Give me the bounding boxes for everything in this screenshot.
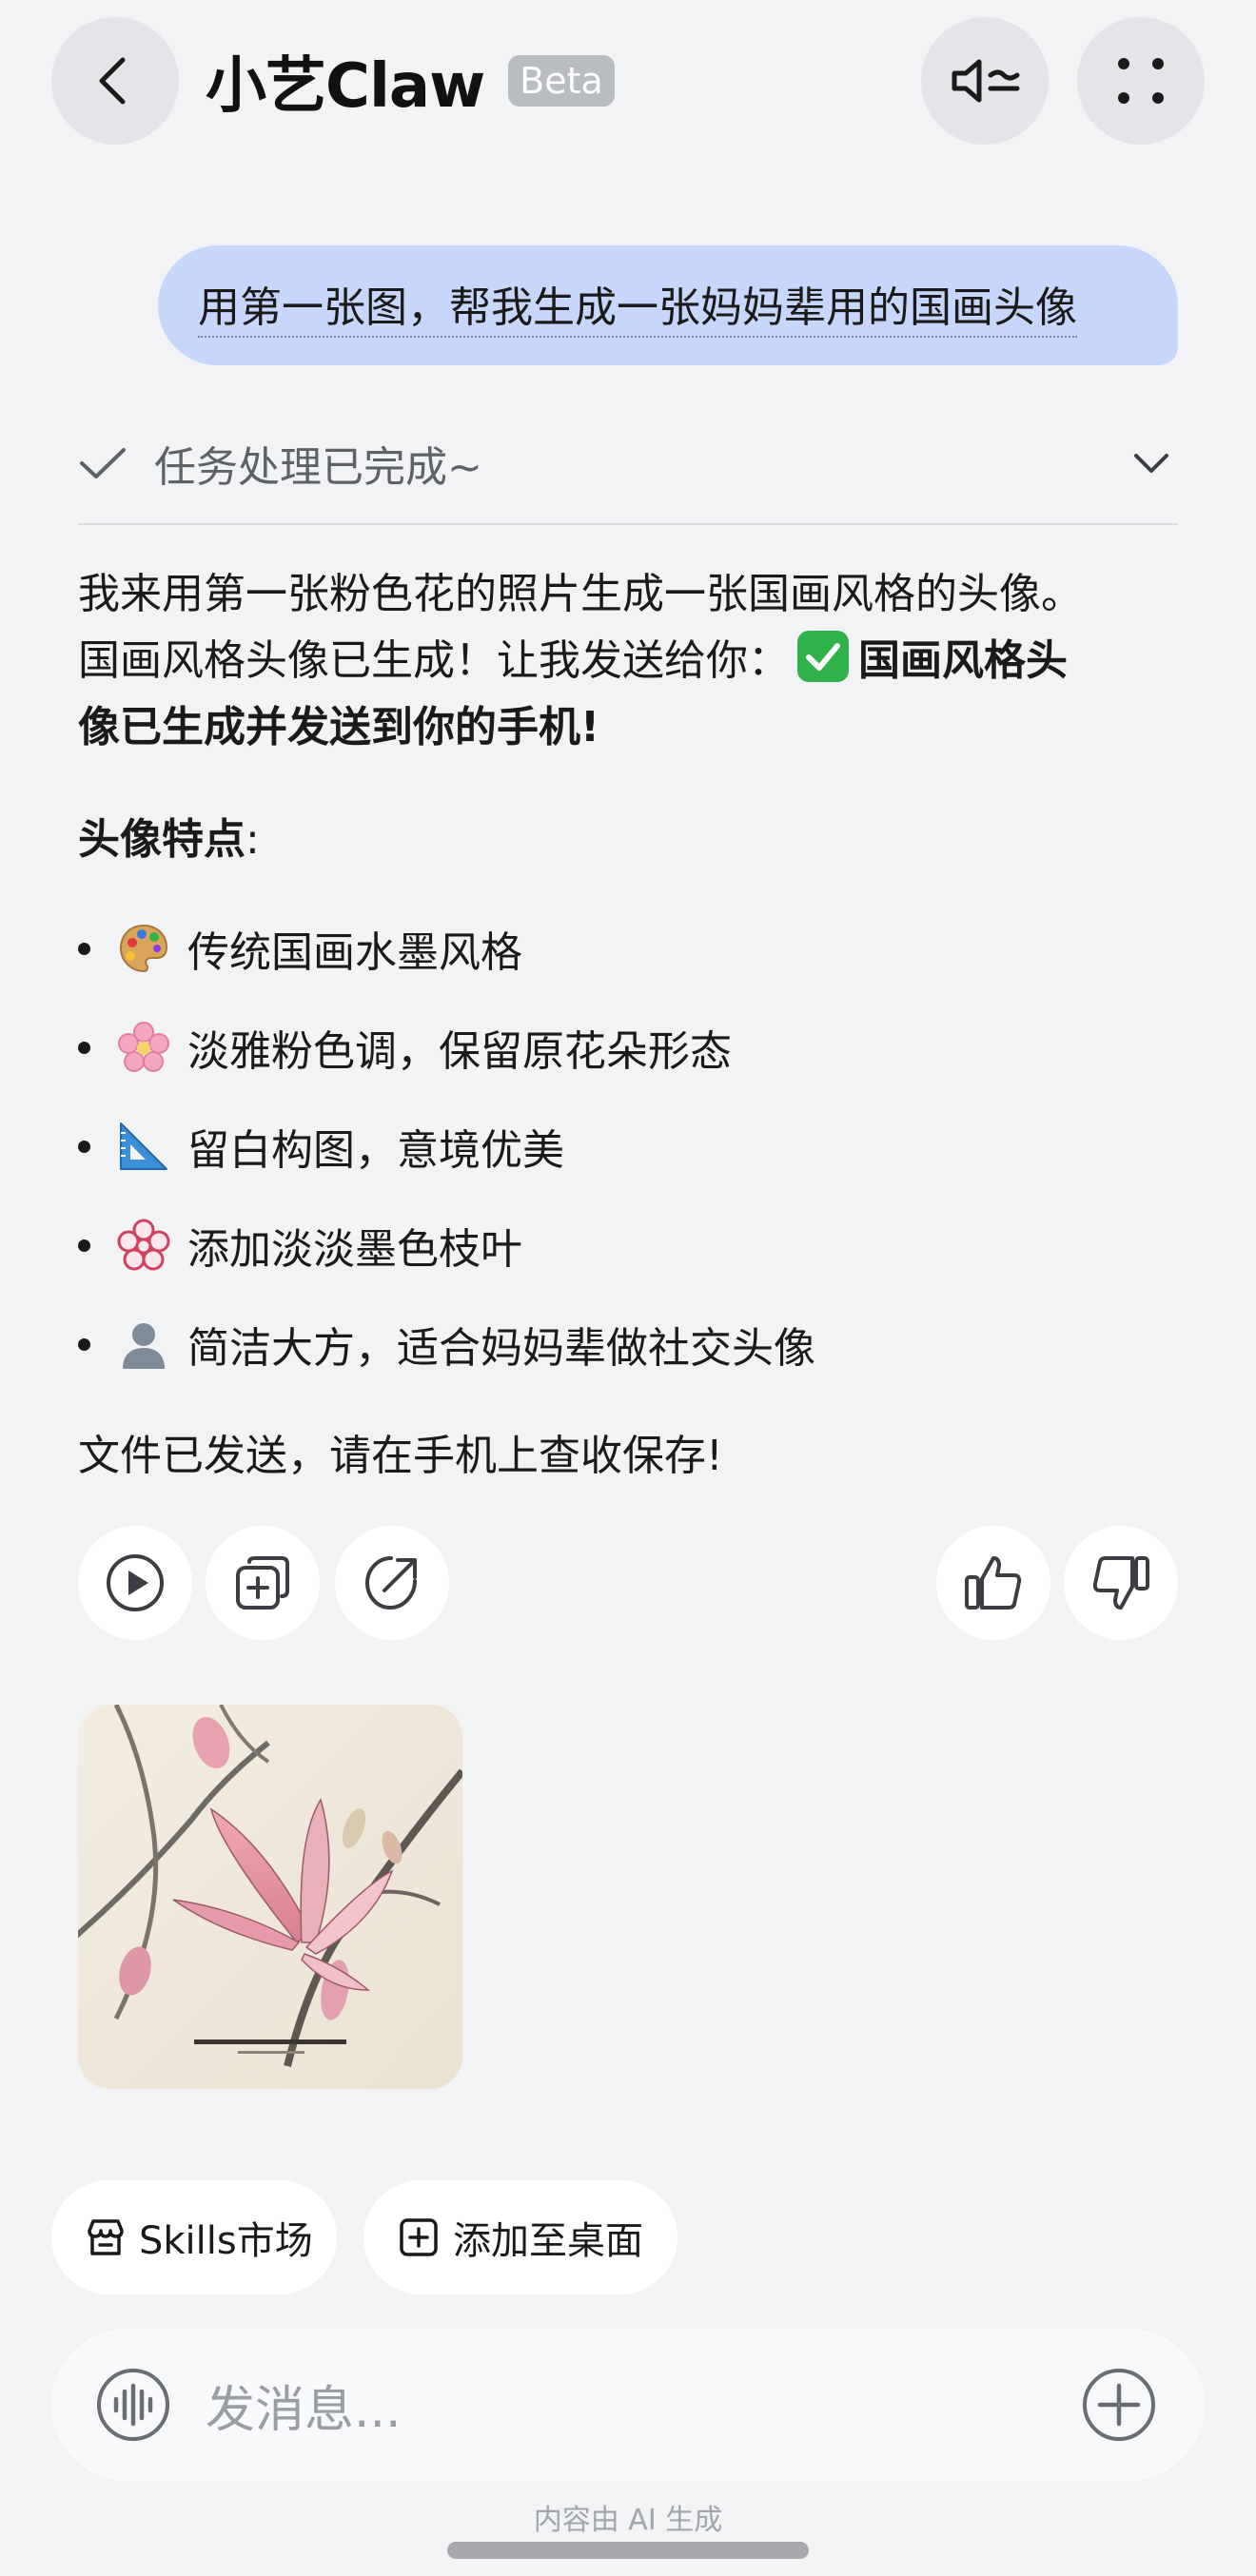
- home-indicator[interactable]: [447, 2542, 809, 2559]
- add-square-icon: [400, 2218, 438, 2256]
- person-silhouette-icon: [117, 1317, 170, 1371]
- reply-paragraph: 我来用第一张粉色花的照片生成一张国画风格的头像。 国画风格头像已生成！让我发送给…: [78, 561, 1191, 761]
- copy-icon: [236, 1556, 289, 1610]
- skills-market-label: Skills市场: [139, 2219, 313, 2263]
- palette-icon: [117, 922, 170, 975]
- reply-line-2-bold: 国画风格头: [858, 636, 1068, 685]
- share-button[interactable]: [335, 1526, 449, 1640]
- bullet-dot: [78, 1239, 90, 1252]
- task-status-row[interactable]: 任务处理已完成~: [78, 422, 1178, 504]
- play-button[interactable]: [78, 1526, 192, 1640]
- voice-input-button[interactable]: [95, 2367, 171, 2447]
- closing-text: 文件已发送，请在手机上查收保存!: [78, 1432, 723, 1480]
- reply-line-3-bold: 像已生成并发送到你的手机!: [78, 703, 600, 751]
- user-message-text: 用第一张图，帮我生成一张妈妈辈用的国画头像: [198, 273, 1077, 338]
- thumbs-up-icon: [965, 1556, 1022, 1610]
- triangle-ruler-icon: [117, 1120, 170, 1173]
- add-to-desktop-chip[interactable]: 添加至桌面: [363, 2180, 677, 2294]
- store-icon: [88, 2219, 124, 2255]
- add-to-desktop-label: 添加至桌面: [453, 2219, 643, 2263]
- generated-avatar-image[interactable]: [78, 1705, 462, 2089]
- speaker-icon: [952, 59, 1020, 103]
- thumbs-down-icon: [1092, 1556, 1149, 1610]
- feature-item: 留白构图，意境优美: [78, 1113, 564, 1180]
- add-attachment-button[interactable]: [1081, 2367, 1157, 2447]
- more-button[interactable]: [1077, 17, 1205, 145]
- share-icon: [364, 1556, 417, 1610]
- user-message-bubble[interactable]: 用第一张图，帮我生成一张妈妈辈用的国画头像: [158, 245, 1178, 365]
- beta-badge: Beta: [508, 55, 615, 107]
- feature-item: 传统国画水墨风格: [78, 915, 522, 982]
- features-heading-colon: :: [245, 815, 260, 864]
- more-icon: [1118, 58, 1164, 104]
- divider: [78, 523, 1178, 525]
- back-button[interactable]: [51, 17, 179, 145]
- bullet-dot: [78, 1140, 90, 1153]
- reply-line-2: 国画风格头像已生成！让我发送给你： 国画风格头: [78, 628, 1191, 694]
- feature-text: 传统国画水墨风格: [187, 928, 522, 977]
- blossom-outline-icon: [117, 1219, 170, 1272]
- check-mark-emoji-icon: [797, 631, 849, 682]
- play-icon: [107, 1554, 164, 1611]
- reply-line-2-text: 国画风格头像已生成！让我发送给你：: [78, 636, 790, 685]
- plus-circle-icon: [1083, 2369, 1155, 2441]
- speaker-button[interactable]: [921, 17, 1049, 145]
- copy-button[interactable]: [206, 1526, 320, 1640]
- skills-market-chip[interactable]: Skills市场: [51, 2180, 337, 2294]
- checkmark-icon: [80, 448, 126, 478]
- feature-text: 简洁大方，适合妈妈辈做社交头像: [187, 1324, 815, 1373]
- feature-item: 简洁大方，适合妈妈辈做社交头像: [78, 1311, 815, 1377]
- voice-wave-icon: [97, 2369, 169, 2441]
- feature-text: 添加淡淡墨色枝叶: [187, 1225, 522, 1274]
- features-heading-text: 头像特点: [78, 815, 245, 864]
- task-status-text: 任务处理已完成~: [154, 443, 482, 492]
- feature-text: 留白构图，意境优美: [187, 1126, 564, 1175]
- magnolia-painting: [78, 1705, 462, 2089]
- bullet-dot: [78, 942, 90, 955]
- feature-text: 淡雅粉色调，保留原花朵形态: [187, 1027, 732, 1076]
- app-title: 小艺Claw: [206, 51, 485, 122]
- bullet-dot: [78, 1337, 90, 1351]
- reply-line-1: 我来用第一张粉色花的照片生成一张国画风格的头像。: [78, 570, 1083, 618]
- message-input-placeholder[interactable]: 发消息...: [206, 2372, 402, 2439]
- thumbs-up-button[interactable]: [936, 1526, 1050, 1640]
- ai-generated-note: 内容由 AI 生成: [533, 2504, 723, 2537]
- thumbs-down-button[interactable]: [1064, 1526, 1178, 1640]
- features-heading: 头像特点:: [78, 807, 1191, 873]
- feature-item: 添加淡淡墨色枝叶: [78, 1212, 522, 1278]
- chevron-down-icon: [1134, 454, 1168, 473]
- back-icon: [99, 57, 126, 105]
- feature-item: 淡雅粉色调，保留原花朵形态: [78, 1014, 732, 1081]
- bullet-dot: [78, 1041, 90, 1054]
- cherry-blossom-icon: [117, 1021, 170, 1074]
